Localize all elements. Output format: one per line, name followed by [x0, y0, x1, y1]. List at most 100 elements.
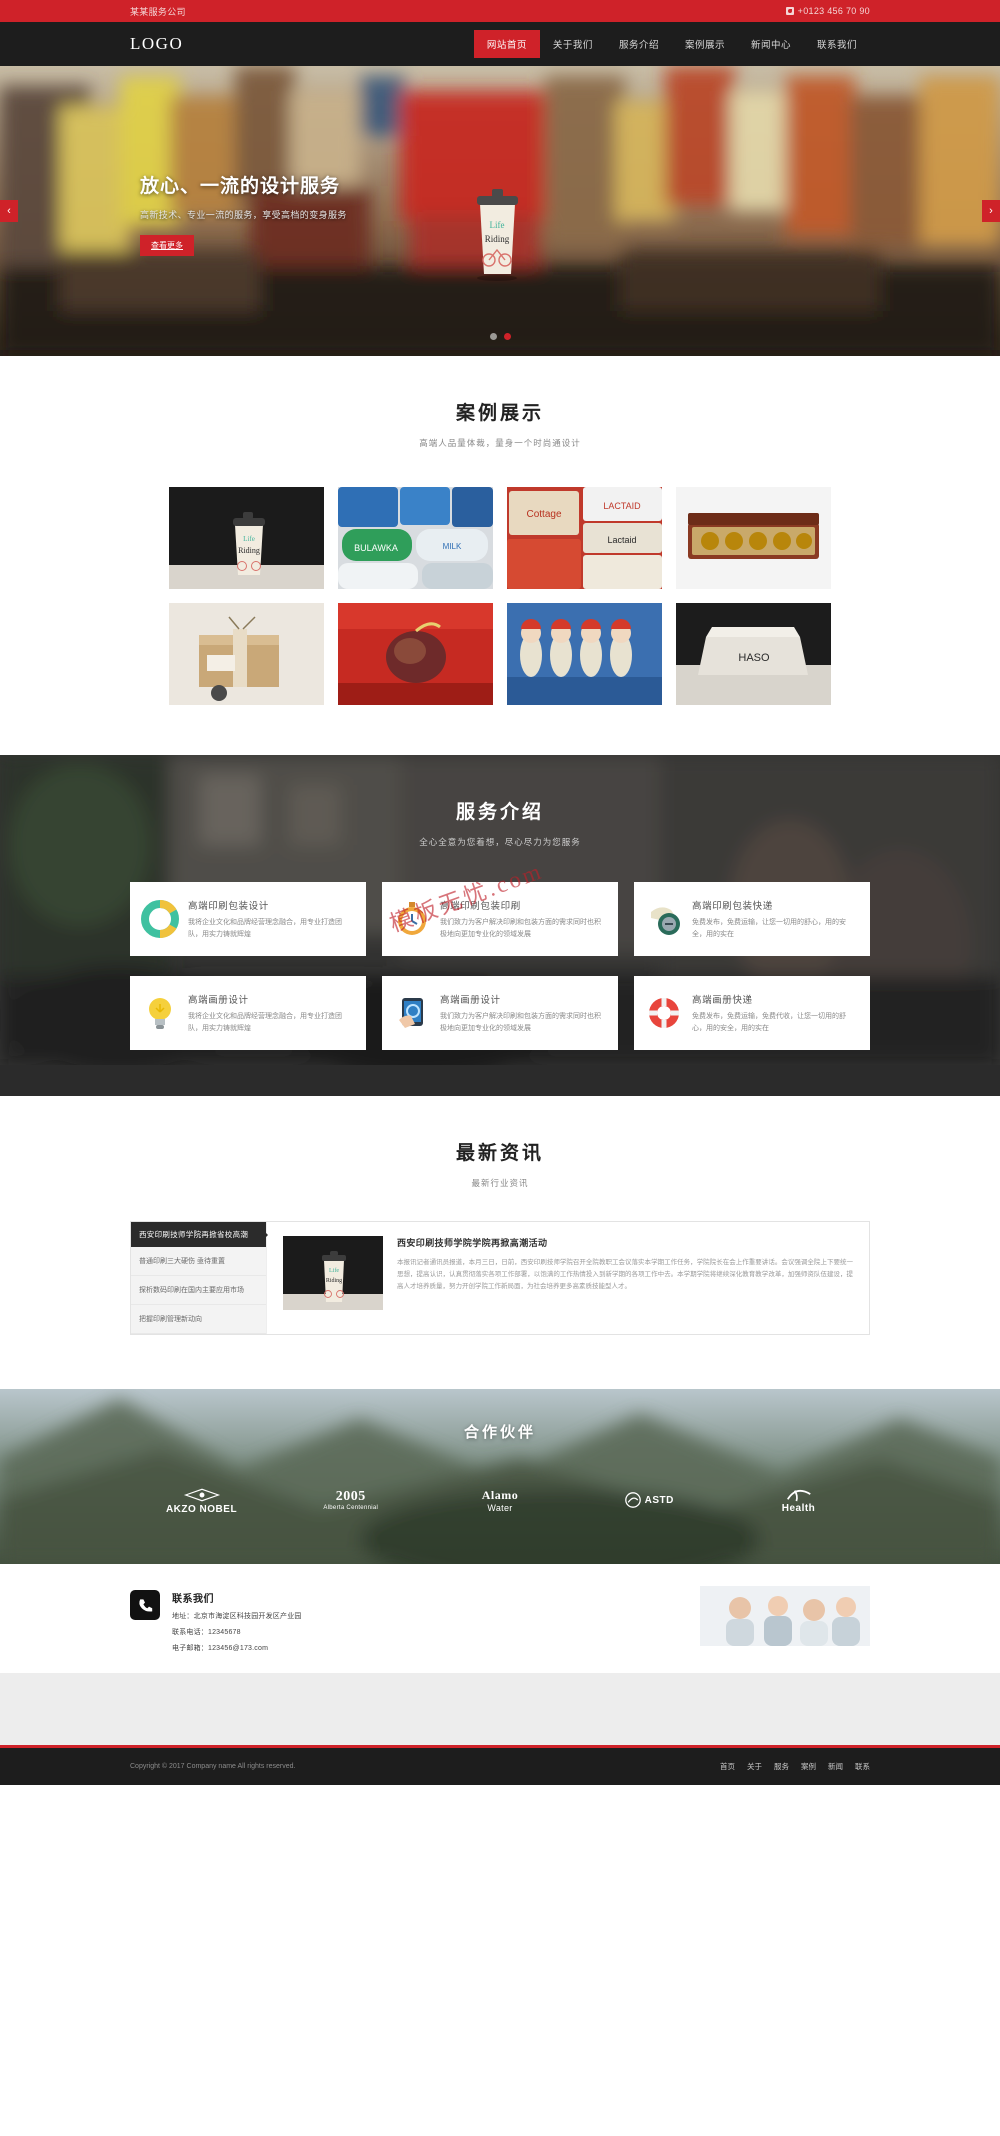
cases-section: 案例展示 高端人品量体裁，量身一个时尚通设计 Life Riding BULAW… — [0, 356, 1000, 755]
nav-item-home[interactable]: 网站首页 — [473, 30, 540, 58]
news-article: Life Riding 西安印刷技师学院学院再掀高潮活动 本报讯记者通讯员报道，… — [267, 1222, 869, 1334]
partner-logo-alberta-centennial[interactable]: 2005 Alberta Centennial — [303, 1476, 398, 1524]
news-subtitle: 最新行业资讯 — [471, 1178, 529, 1188]
partner-logo-astd[interactable]: ASTD — [602, 1476, 697, 1524]
news-featured-tab[interactable]: 西安印刷技师学院再掀省校高潮 — [131, 1222, 268, 1247]
svg-text:Riding: Riding — [326, 1278, 342, 1284]
services-title: 服务介绍 — [455, 802, 544, 823]
site-header: LOGO 网站首页 关于我们 服务介绍 案例展示 新闻中心 联系我们 — [0, 22, 1000, 66]
cases-title: 案例展示 — [455, 403, 544, 424]
nav-item-contact[interactable]: 联系我们 — [804, 30, 870, 58]
svg-text:LACTAID: LACTAID — [603, 501, 641, 511]
svg-text:BULAWKA: BULAWKA — [354, 543, 398, 553]
service-card[interactable]: 高端印刷包装印刷 我们致力为客户解决印刷和包装方面的需求同时也积极地向更加专业化… — [382, 882, 618, 956]
footer-link-news[interactable]: 新闻 — [828, 1761, 843, 1772]
chevron-right-icon: › — [989, 205, 993, 217]
service-card-desc: 我将企业文化和品牌经营理念融合，用专业打造团队，用实力铸就辉煌 — [188, 918, 342, 938]
phone-icon — [785, 7, 794, 15]
nav-item-about[interactable]: 关于我们 — [540, 30, 606, 58]
partner-logo-label: 2005 — [335, 1489, 366, 1504]
partner-logo-sub: Water — [487, 1502, 513, 1513]
service-card-desc: 我将企业文化和品牌经营理念融合，用专业打造团队，用实力铸就辉煌 — [188, 1012, 342, 1032]
contact-title: 联系我们 — [172, 1594, 214, 1605]
nav-item-services[interactable]: 服务介绍 — [606, 30, 672, 58]
case-item[interactable]: BULAWKA MILK — [338, 487, 493, 589]
contact-address: 地址：北京市海淀区科技园开发区产业园 — [172, 1613, 302, 1620]
services-subtitle: 全心全意为您着想，尽心尽力为您服务 — [419, 837, 581, 847]
footer-link-services[interactable]: 服务 — [774, 1761, 789, 1772]
news-list-item[interactable]: 探析数码印刷在国内主要应用市场 — [131, 1276, 266, 1305]
case-item[interactable] — [676, 487, 831, 589]
case-image-food-packaging: Cottage LACTAID Lactaid — [507, 487, 662, 589]
hero-cta-button[interactable]: 查看更多 — [140, 235, 194, 256]
news-list-item[interactable]: 把握印刷管理新动向 — [131, 1305, 266, 1334]
partner-logo-akzo-nobel[interactable]: AKZO NOBEL — [154, 1476, 249, 1524]
seal-icon — [645, 900, 683, 938]
service-card[interactable]: 高端画册快递 免费发布，免费运输，免费代收，让您一切用的舒心，用的安全，用的实在 — [634, 976, 870, 1050]
case-image-coffee-cup: Life Riding — [169, 487, 324, 589]
news-thumbnail[interactable]: Life Riding — [283, 1236, 383, 1310]
service-card[interactable]: 高端画册设计 我将企业文化和品牌经营理念融合，用专业打造团队，用实力铸就辉煌 — [130, 976, 366, 1050]
svg-text:MILK: MILK — [443, 542, 462, 551]
news-article-title[interactable]: 西安印刷技师学院学院再掀高潮活动 — [397, 1236, 853, 1249]
site-logo[interactable]: LOGO — [130, 34, 183, 54]
chevron-left-icon: ‹ — [7, 205, 11, 217]
case-item[interactable]: Life Riding — [169, 487, 324, 589]
lightbulb-icon — [141, 994, 179, 1032]
hero-subtitle: 高新技术、专业一流的服务，享受高档的变身服务 — [140, 210, 347, 220]
case-item[interactable]: HASO — [676, 603, 831, 705]
case-image-christmas-chocolates — [507, 603, 662, 705]
news-panel: 西安印刷技师学院再掀省校高潮 普通印刷三大硬伤 亟待重置 探析数码印刷在国内主要… — [130, 1221, 870, 1335]
nav-item-cases[interactable]: 案例展示 — [672, 30, 738, 58]
partners-section: 合作伙伴 AKZO NOBEL 2005 Alberta Centennial … — [0, 1389, 1000, 1564]
donut-chart-icon — [141, 900, 179, 938]
partner-logo-label: ASTD — [644, 1494, 674, 1506]
case-item[interactable] — [338, 603, 493, 705]
svg-text:Cottage: Cottage — [526, 509, 561, 520]
hero-banner: Life Riding 放心、一流的设计服务 高新技术、专业一流的服务，享受高档… — [0, 66, 1000, 356]
service-card[interactable]: 高端印刷包装设计 我将企业文化和品牌经营理念融合，用专业打造团队，用实力铸就辉煌 — [130, 882, 366, 956]
partner-logo-label: Alamo — [481, 1487, 519, 1502]
case-item[interactable] — [169, 603, 324, 705]
service-card-title: 高端画册设计 — [188, 994, 249, 1006]
contact-team-image — [700, 1586, 870, 1646]
carousel-dot-1[interactable] — [489, 333, 497, 340]
service-card[interactable]: 高端印刷包装快递 免费发布，免费运输，让您一切用的舒心，用的安全，用的实在 — [634, 882, 870, 956]
site-footer: Copyright © 2017 Company name All rights… — [0, 1745, 1000, 1785]
case-image-red-gift-wrap — [338, 603, 493, 705]
partner-logo-health[interactable]: Health — [751, 1476, 846, 1524]
service-card-title: 高端印刷包装设计 — [188, 900, 269, 912]
case-item[interactable] — [507, 603, 662, 705]
footer-link-cases[interactable]: 案例 — [801, 1761, 816, 1772]
partners-title: 合作伙伴 — [463, 1424, 536, 1441]
carousel-next-button[interactable]: › — [982, 200, 1000, 222]
service-card-title: 高端画册快递 — [692, 994, 753, 1006]
carousel-dot-2[interactable] — [503, 333, 511, 340]
footer-link-about[interactable]: 关于 — [747, 1761, 762, 1772]
contact-email: 电子邮箱：123456@173.com — [172, 1645, 269, 1652]
footer-link-contact[interactable]: 联系 — [855, 1761, 870, 1772]
news-thumb-image: Life Riding — [283, 1236, 383, 1310]
stopwatch-icon — [393, 900, 431, 938]
carousel-prev-button[interactable]: ‹ — [0, 200, 18, 222]
health-swoosh-icon — [786, 1489, 811, 1501]
service-card[interactable]: 高端画册设计 我们致力为客户解决印刷和包装方面的需求同时也积极地向更加专业化的领… — [382, 976, 618, 1050]
news-heading: 最新资讯 最新行业资讯 — [0, 1096, 1000, 1189]
partner-logo-alamo-water[interactable]: Alamo Water — [453, 1476, 548, 1524]
nav-item-news[interactable]: 新闻中心 — [738, 30, 804, 58]
svg-text:Life: Life — [243, 535, 255, 543]
service-card-title: 高端画册设计 — [440, 994, 501, 1006]
cases-subtitle: 高端人品量体裁，量身一个时尚通设计 — [419, 438, 581, 448]
contact-phone: 联系电话：12345678 — [172, 1629, 241, 1636]
case-item[interactable]: Cottage LACTAID Lactaid — [507, 487, 662, 589]
svg-text:Riding: Riding — [485, 234, 510, 244]
services-grid: 模板无忧.com 高端印刷包装设计 我将企业文化和品牌经营理念融合，用专业打造团… — [130, 858, 870, 1050]
footer-link-home[interactable]: 首页 — [720, 1761, 735, 1772]
carousel-dots — [0, 333, 1000, 340]
services-heading: 服务介绍 全心全意为您着想，尽心尽力为您服务 — [130, 755, 870, 848]
footer-nav: 首页 关于 服务 案例 新闻 联系 — [720, 1761, 870, 1772]
svg-text:Riding: Riding — [238, 546, 260, 555]
news-list-item[interactable]: 普通印刷三大硬伤 亟待重置 — [131, 1247, 266, 1276]
top-bar-phone[interactable]: +0123 456 70 90 — [785, 6, 870, 16]
svg-text:Lactaid: Lactaid — [607, 535, 636, 545]
